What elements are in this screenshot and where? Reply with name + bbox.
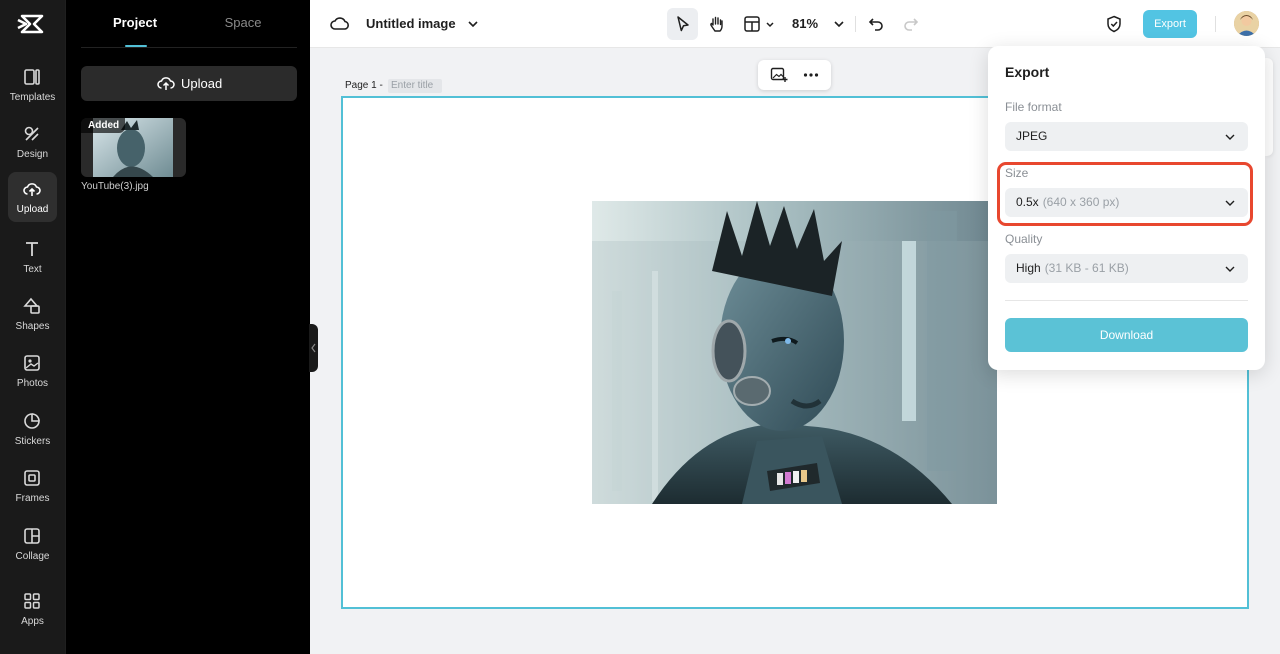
quality-detail: (31 KB - 61 KB) [1044, 261, 1129, 275]
design-icon [24, 126, 39, 141]
chevron-down-icon[interactable] [463, 14, 483, 34]
export-panel-title: Export [1005, 64, 1050, 80]
rail-label: Apps [21, 616, 44, 627]
canvas-image[interactable] [592, 201, 997, 504]
collage-icon [24, 528, 40, 544]
file-format-label: File format [1005, 100, 1062, 114]
panel-edge [1265, 58, 1273, 156]
upload-cloud-icon [157, 77, 175, 90]
floating-toolbar [758, 60, 831, 90]
chevron-down-icon[interactable] [829, 14, 849, 34]
hand-icon[interactable] [707, 14, 727, 34]
rail-label: Templates [9, 92, 56, 103]
shapes-icon [23, 297, 40, 314]
tab-space[interactable]: Space [189, 14, 297, 32]
rail-label: Text [23, 264, 42, 275]
chevron-down-icon[interactable] [760, 14, 780, 34]
rail-item-shapes[interactable]: Shapes [8, 289, 57, 339]
export-button[interactable]: Export [1143, 10, 1197, 38]
quality-value: High [1016, 261, 1041, 275]
quality-label: Quality [1005, 232, 1043, 246]
rail-label: Frames [15, 493, 50, 504]
upload-cloud-icon [23, 183, 41, 196]
rail-item-stickers[interactable]: Stickers [8, 404, 57, 454]
cloud-sync-icon[interactable] [330, 14, 350, 34]
document-title[interactable]: Untitled image [366, 16, 456, 32]
undo-icon[interactable] [866, 14, 886, 34]
stickers-icon [24, 413, 40, 429]
frames-icon [24, 470, 40, 486]
photos-icon [24, 355, 40, 371]
chevron-left-icon [311, 343, 316, 353]
redo-icon[interactable] [901, 14, 921, 34]
asset-thumbnail[interactable]: Added [81, 118, 186, 177]
left-rail: Templates Design Upload Text Shapes Phot… [0, 0, 65, 654]
chevron-down-icon [1225, 266, 1235, 272]
rail-item-collage[interactable]: Collage [8, 519, 57, 569]
rail-label: Shapes [15, 321, 50, 332]
quality-select[interactable]: High (31 KB - 61 KB) [1005, 254, 1248, 283]
toolbar-divider [1215, 16, 1216, 32]
apps-icon [24, 593, 40, 609]
zoom-level[interactable]: 81% [792, 16, 818, 32]
size-highlight-annotation [997, 162, 1253, 226]
rail-label: Design [16, 149, 49, 160]
page-label: Page 1 - [345, 80, 383, 91]
avatar-image [1234, 11, 1259, 36]
panel-collapse-handle[interactable] [309, 324, 318, 372]
file-format-select[interactable]: JPEG [1005, 122, 1248, 151]
tab-project[interactable]: Project [81, 14, 189, 32]
shield-icon[interactable] [1104, 14, 1124, 34]
export-panel-divider [1005, 300, 1248, 301]
rail-label: Photos [16, 378, 49, 389]
app-root: Templates Design Upload Text Shapes Phot… [0, 0, 1280, 654]
rail-item-text[interactable]: Text [8, 232, 57, 282]
upload-button-label: Upload [181, 76, 223, 91]
page-title-input[interactable]: Enter title [388, 79, 442, 93]
add-image-icon[interactable] [770, 67, 788, 83]
rail-item-templates[interactable]: Templates [8, 60, 57, 110]
layout-icon[interactable] [742, 14, 762, 34]
rail-item-design[interactable]: Design [8, 117, 57, 167]
tab-divider [81, 47, 297, 48]
added-badge: Added [81, 118, 126, 133]
rail-item-photos[interactable]: Photos [8, 346, 57, 396]
capcut-logo-icon[interactable] [14, 12, 50, 36]
rail-item-upload[interactable]: Upload [8, 172, 57, 222]
uploads-panel: Project Space Upload Added YouTube(3).jp… [65, 0, 310, 654]
upload-button[interactable]: Upload [81, 66, 297, 101]
file-format-value: JPEG [1016, 129, 1048, 143]
chevron-down-icon [1225, 134, 1235, 140]
rail-item-apps[interactable]: Apps [8, 584, 57, 634]
download-button[interactable]: Download [1005, 318, 1248, 352]
toolbar-divider [855, 16, 856, 32]
rail-item-frames[interactable]: Frames [8, 461, 57, 511]
rail-label: Collage [15, 551, 50, 562]
top-bar: Untitled image 81% Export [310, 0, 1280, 48]
rail-label: Upload [16, 204, 49, 215]
select-pointer-icon[interactable] [673, 14, 693, 34]
active-tab-indicator [125, 45, 147, 47]
asset-filename: YouTube(3).jpg [81, 181, 149, 192]
more-options-icon[interactable] [802, 67, 820, 83]
templates-icon [24, 69, 40, 85]
rail-label: Stickers [14, 436, 51, 447]
avatar[interactable] [1234, 11, 1259, 36]
text-icon [26, 242, 38, 256]
